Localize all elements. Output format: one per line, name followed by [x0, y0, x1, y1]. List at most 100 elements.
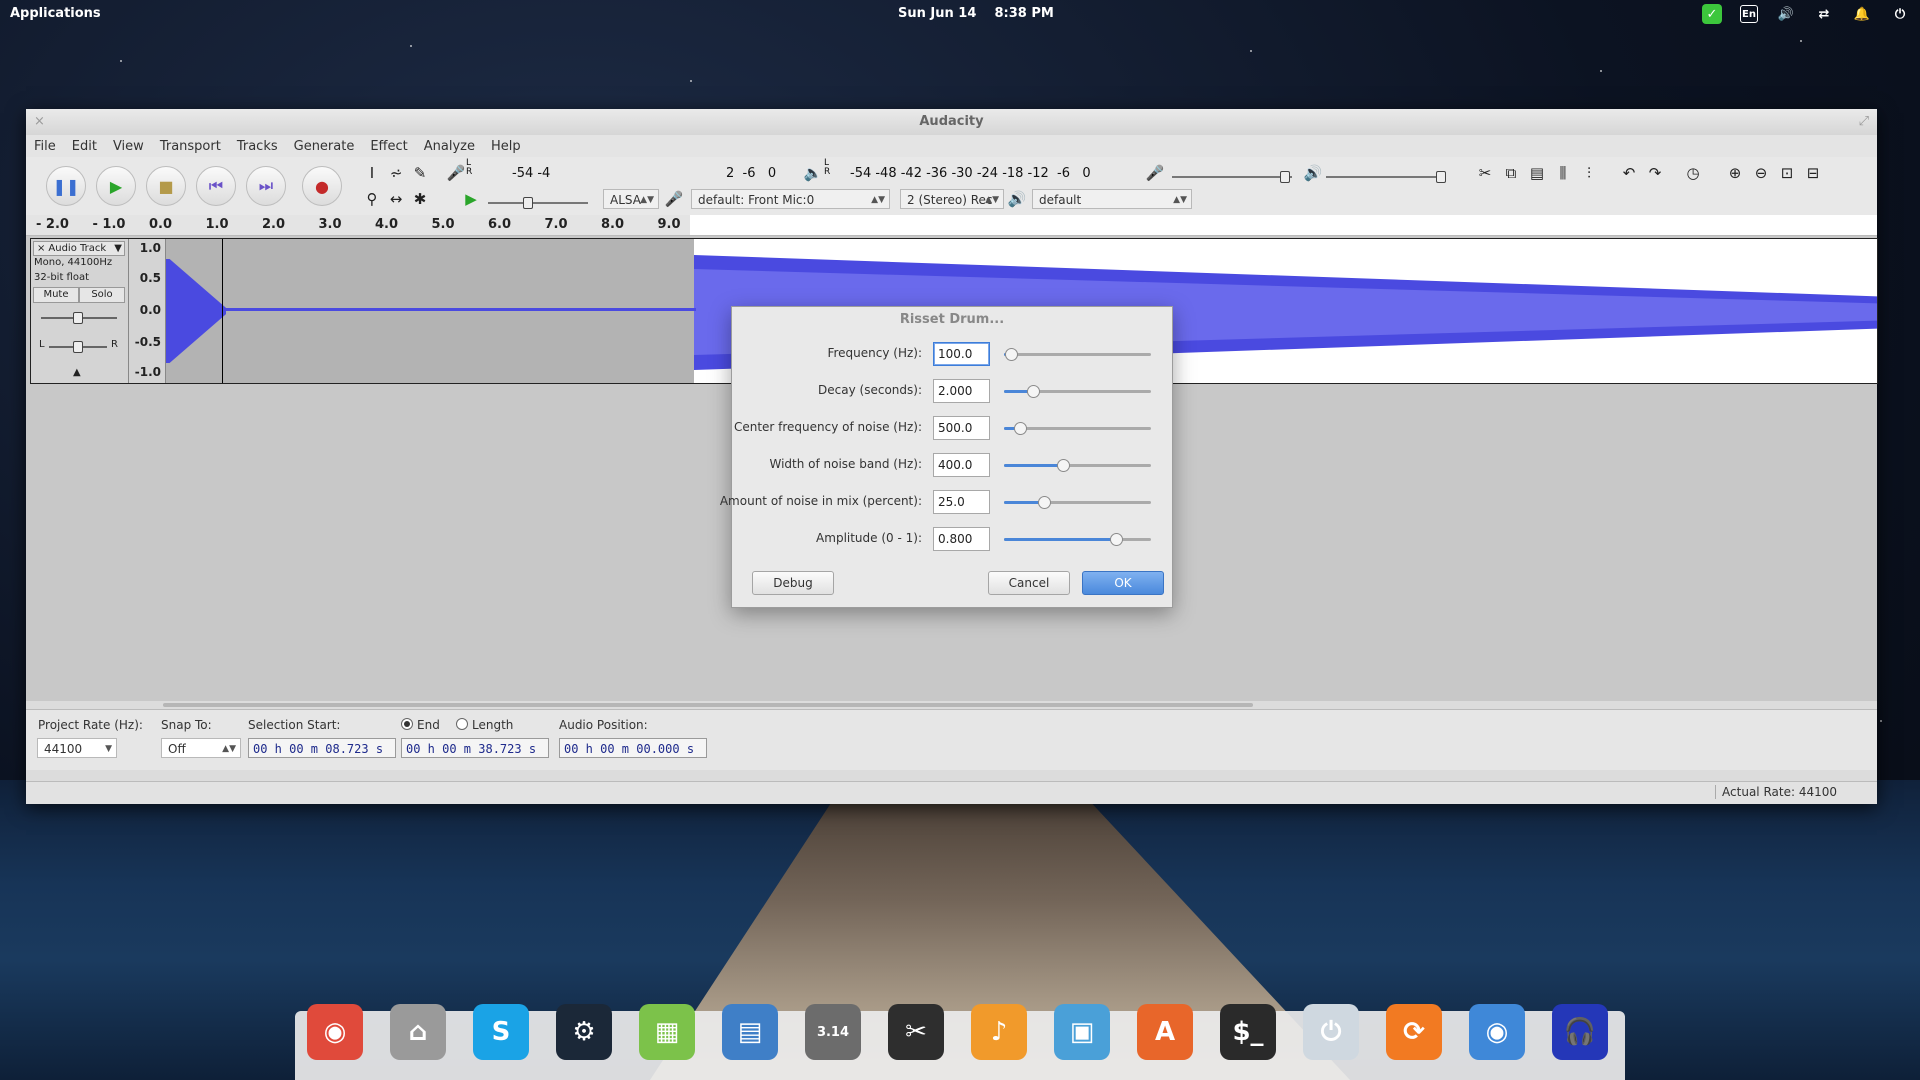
- updater-dock-icon[interactable]: ⟳: [1386, 1004, 1442, 1060]
- zoom-out-icon[interactable]: ⊖: [1750, 162, 1772, 184]
- steam-dock-icon[interactable]: ⚙: [556, 1004, 612, 1060]
- end-radio-dot[interactable]: [401, 718, 413, 730]
- stop-button[interactable]: ■: [146, 166, 186, 206]
- param-slider[interactable]: [1004, 422, 1151, 435]
- menu-generate[interactable]: Generate: [286, 135, 363, 157]
- param-slider-thumb[interactable]: [1056, 459, 1070, 472]
- track-name-menu[interactable]: × Audio Track ▼: [33, 241, 125, 256]
- param-slider[interactable]: [1004, 459, 1151, 472]
- skip-start-button[interactable]: ⏮: [196, 166, 236, 206]
- switchboard-dock-icon[interactable]: ⏻: [1303, 1004, 1359, 1060]
- copy-icon[interactable]: ⧉: [1500, 162, 1522, 184]
- menu-edit[interactable]: Edit: [64, 135, 105, 157]
- pause-button[interactable]: ❚❚: [46, 166, 86, 206]
- play-speed-slider[interactable]: [488, 202, 588, 204]
- param-slider[interactable]: [1004, 348, 1151, 361]
- draw-tool-icon[interactable]: ✎: [409, 162, 431, 184]
- power-icon[interactable]: ⏻: [1890, 4, 1910, 24]
- fit-selection-icon[interactable]: ⊡: [1776, 162, 1798, 184]
- play-meter-speaker-icon[interactable]: 🔈: [802, 162, 824, 184]
- audio-app-dock-icon[interactable]: 🎧: [1552, 1004, 1608, 1060]
- chrome-dock-icon[interactable]: ◉: [307, 1004, 363, 1060]
- play-button[interactable]: ▶: [96, 166, 136, 206]
- calculator-dock-icon[interactable]: 3.14: [805, 1004, 861, 1060]
- zoom-in-icon[interactable]: ⊕: [1724, 162, 1746, 184]
- param-slider-thumb[interactable]: [1005, 348, 1019, 361]
- sync-lock-icon[interactable]: ◷: [1682, 162, 1704, 184]
- selection-end-time[interactable]: 00 h 00 m 38.723 s: [401, 738, 549, 758]
- dialog-title[interactable]: Risset Drum...: [732, 307, 1172, 333]
- horizontal-scrollbar[interactable]: [163, 703, 1253, 707]
- multi-tool-icon[interactable]: ✱: [409, 188, 431, 210]
- length-radio-dot[interactable]: [456, 718, 468, 730]
- network-icon[interactable]: ⇄: [1814, 4, 1834, 24]
- files-dock-icon[interactable]: ⌂: [390, 1004, 446, 1060]
- menu-help[interactable]: Help: [483, 135, 529, 157]
- param-input[interactable]: 2.000: [933, 379, 990, 403]
- ok-button[interactable]: OK: [1082, 571, 1164, 595]
- param-slider-thumb[interactable]: [1014, 422, 1028, 435]
- cancel-button[interactable]: Cancel: [988, 571, 1070, 595]
- record-button[interactable]: ●: [302, 166, 342, 206]
- silence-icon[interactable]: ⫶: [1578, 162, 1600, 184]
- param-slider[interactable]: [1004, 496, 1151, 509]
- envelope-tool-icon[interactable]: ⩫: [385, 162, 407, 184]
- play-meter-scale[interactable]: -54 -48 -42 -36 -30 -24 -18 -12 -6 0: [850, 166, 1091, 181]
- solo-button[interactable]: Solo: [79, 287, 125, 303]
- param-slider[interactable]: [1004, 385, 1151, 398]
- audio-position-time[interactable]: 00 h 00 m 00.000 s: [559, 738, 707, 758]
- menu-transport[interactable]: Transport: [152, 135, 229, 157]
- record-meter-mic-icon[interactable]: 🎤: [445, 162, 467, 184]
- selection-tool-icon[interactable]: I: [361, 162, 383, 184]
- record-meter-scale[interactable]: -54 -4: [512, 166, 550, 181]
- volume-icon[interactable]: 🔊: [1776, 4, 1796, 24]
- notification-bell-icon[interactable]: 🔔: [1852, 4, 1872, 24]
- param-slider[interactable]: [1004, 533, 1151, 546]
- photos-dock-icon[interactable]: ▣: [1054, 1004, 1110, 1060]
- param-input[interactable]: 25.0: [933, 490, 990, 514]
- check-shield-icon[interactable]: ✓: [1702, 4, 1722, 24]
- param-input[interactable]: 0.800: [933, 527, 990, 551]
- fit-project-icon[interactable]: ⊟: [1802, 162, 1824, 184]
- timeshift-tool-icon[interactable]: ↔: [385, 188, 407, 210]
- menu-view[interactable]: View: [105, 135, 152, 157]
- menu-analyze[interactable]: Analyze: [416, 135, 483, 157]
- paste-icon[interactable]: ▤: [1526, 162, 1548, 184]
- app-center-dock-icon[interactable]: A: [1137, 1004, 1193, 1060]
- audio-host-select[interactable]: ALSA ▲▼: [603, 189, 659, 209]
- param-input[interactable]: 100.0: [933, 342, 990, 366]
- project-rate-select[interactable]: 44100 ▼: [37, 738, 117, 758]
- param-input[interactable]: 500.0: [933, 416, 990, 440]
- skip-end-button[interactable]: ⏭: [246, 166, 286, 206]
- screenshot-dock-icon[interactable]: ✂: [888, 1004, 944, 1060]
- cut-icon[interactable]: ✂: [1474, 162, 1496, 184]
- playback-device-select[interactable]: default ▲▼: [1032, 189, 1192, 209]
- applications-menu[interactable]: Applications: [10, 6, 101, 21]
- recording-volume-thumb[interactable]: [1280, 171, 1290, 183]
- window-maximize-icon[interactable]: ⤢: [1859, 109, 1869, 135]
- track-menu-chevron-icon[interactable]: ▼: [114, 242, 124, 255]
- play-at-speed-icon[interactable]: ▶: [460, 188, 482, 210]
- param-slider-thumb[interactable]: [1037, 496, 1051, 509]
- recording-volume-slider[interactable]: [1172, 176, 1292, 178]
- param-slider-thumb[interactable]: [1027, 385, 1041, 398]
- spreadsheet-dock-icon[interactable]: ▦: [639, 1004, 695, 1060]
- clock[interactable]: Sun Jun 14 8:38 PM: [898, 6, 1054, 21]
- keyboard-layout-icon[interactable]: En: [1740, 5, 1758, 23]
- skype-dock-icon[interactable]: S: [473, 1004, 529, 1060]
- length-radio[interactable]: Length: [456, 718, 513, 732]
- window-titlebar[interactable]: × Audacity ⤢: [26, 109, 1877, 136]
- playback-volume-slider[interactable]: [1326, 176, 1446, 178]
- collapse-track-icon[interactable]: ▲: [73, 367, 81, 378]
- recording-channels-select[interactable]: 2 (Stereo) Rec ▲▼: [900, 189, 1004, 209]
- menu-effect[interactable]: Effect: [362, 135, 415, 157]
- document-viewer-dock-icon[interactable]: ▤: [722, 1004, 778, 1060]
- recording-device-select[interactable]: default: Front Mic:0 ▲▼: [691, 189, 890, 209]
- window-close-icon[interactable]: ×: [34, 109, 45, 135]
- terminal-dock-icon[interactable]: $_: [1220, 1004, 1276, 1060]
- chromium-dock-icon[interactable]: ◉: [1469, 1004, 1525, 1060]
- menu-tracks[interactable]: Tracks: [229, 135, 286, 157]
- end-radio[interactable]: End: [401, 718, 440, 732]
- redo-icon[interactable]: ↷: [1644, 162, 1666, 184]
- vertical-scale[interactable]: 1.0 0.5 0.0 -0.5 -1.0: [129, 239, 166, 383]
